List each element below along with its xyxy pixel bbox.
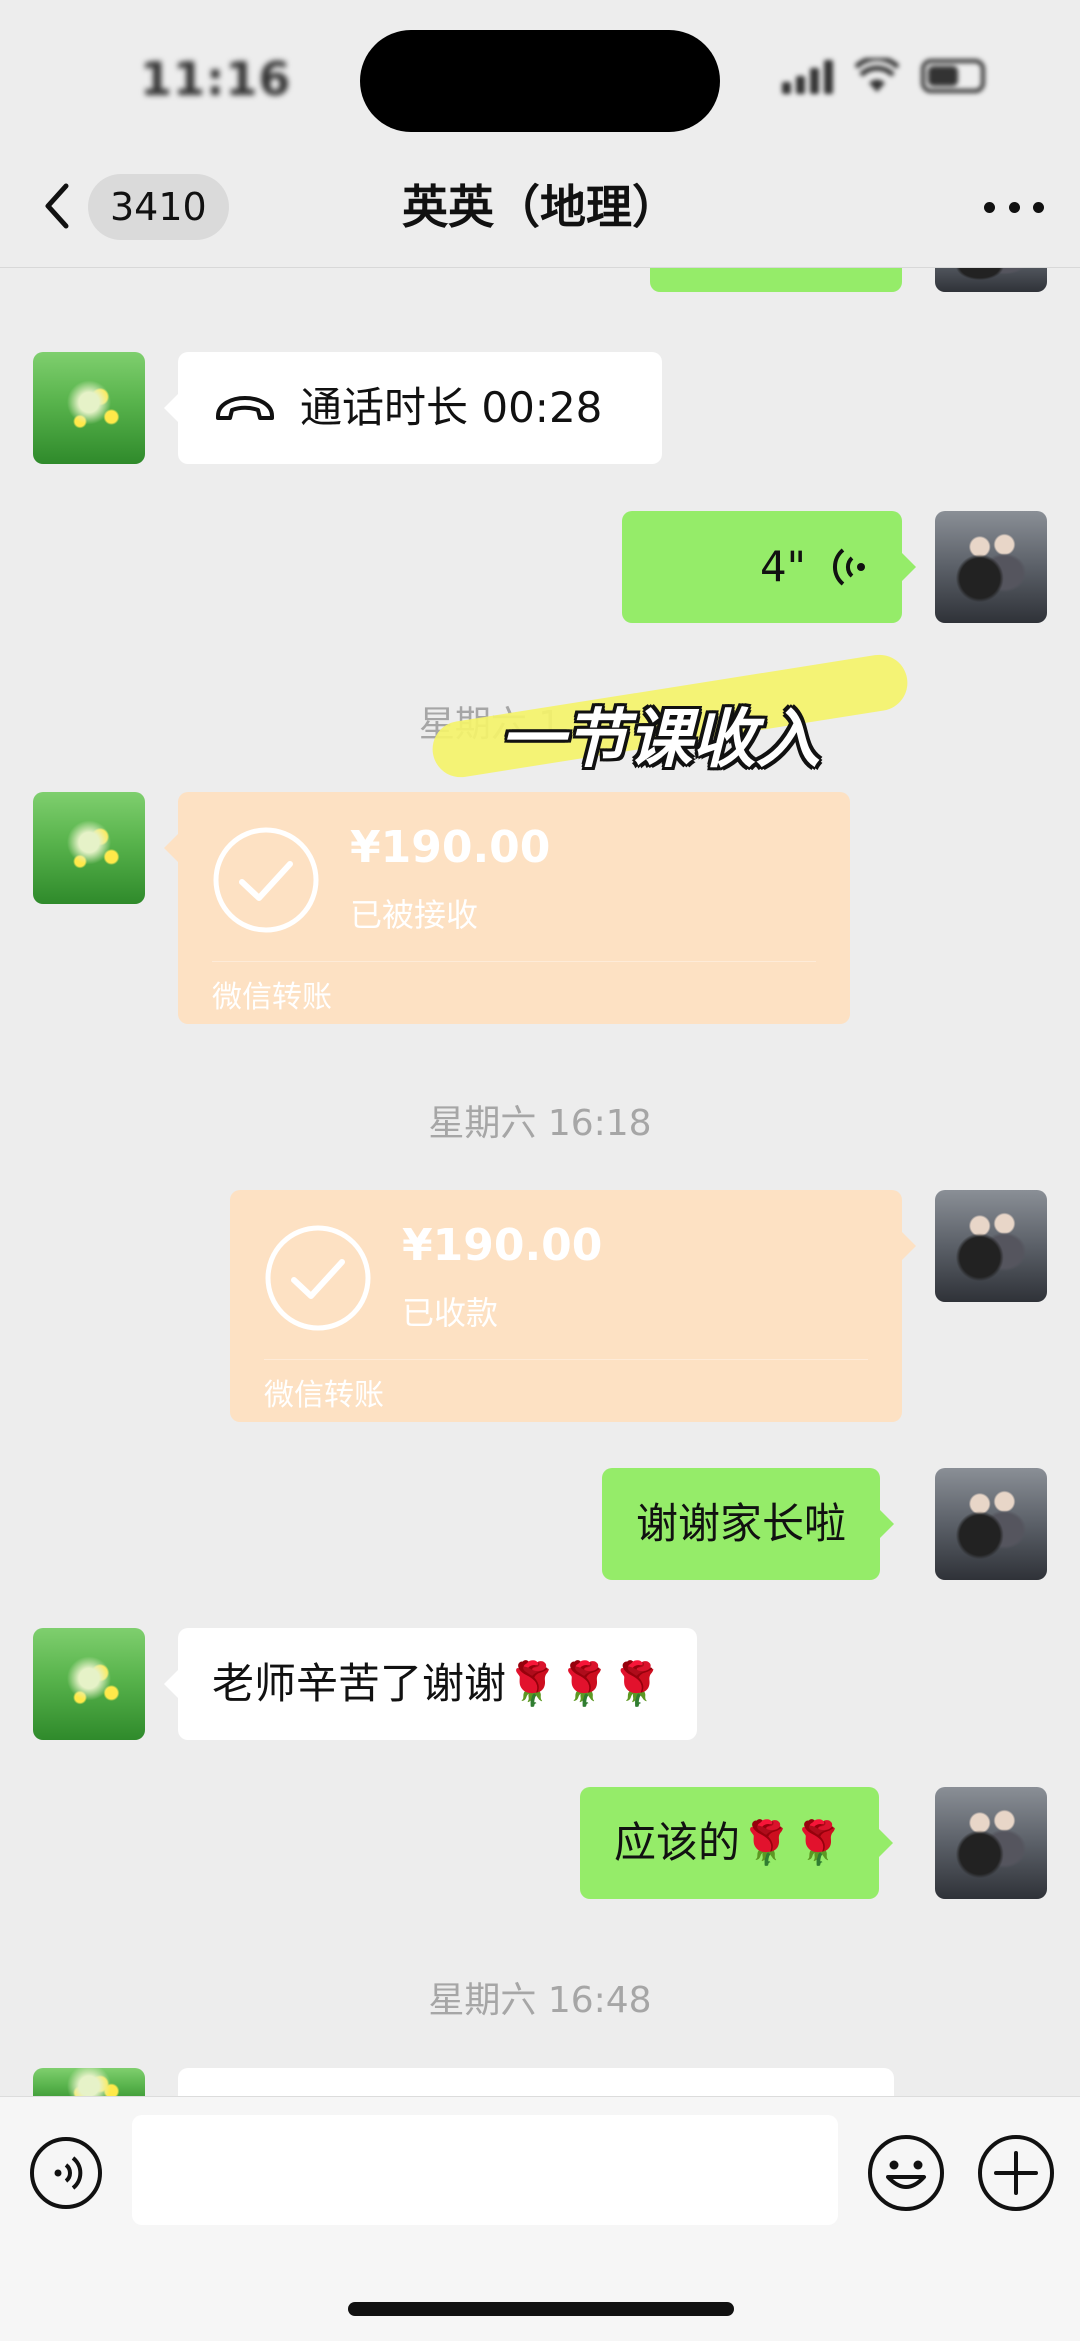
home-indicator[interactable] [348,2302,734,2316]
more-options-icon[interactable] [984,180,1044,234]
contact-avatar[interactable] [33,792,145,904]
chat-title: 英英（地理） [402,180,678,234]
check-circle-icon [213,827,319,933]
transfer-footer: 微信转账 [212,980,332,1015]
emoji-icon[interactable] [866,2133,946,2213]
my-avatar[interactable] [935,1190,1047,1302]
wifi-icon [855,58,899,92]
transfer-amount: ¥190.00 [350,822,551,873]
back-chevron-icon[interactable] [38,176,78,236]
message-input[interactable] [132,2115,838,2225]
transfer-footer: 微信转账 [264,1378,384,1413]
contact-avatar[interactable] [33,2068,145,2096]
my-avatar[interactable] [935,1468,1047,1580]
message-bubble[interactable]: 谢谢家长啦 [602,1468,895,1580]
battery-icon [921,59,985,93]
check-circle-icon [265,1225,371,1331]
status-time: 11:16 [140,52,292,106]
voice-duration: 4" [759,542,806,591]
cellular-signal-icon [782,58,833,94]
time-separator: 星期六 16:18 [428,1103,652,1144]
transfer-received-card[interactable]: ¥190.00 已被接收 微信转账 [164,792,850,1024]
contact-avatar[interactable] [33,1628,145,1740]
transfer-status: 已收款 [402,1294,499,1332]
contact-avatar[interactable] [33,352,145,464]
partial-message-bubble [650,268,902,292]
time-separator: 星期六 16:48 [428,1980,652,2021]
status-icons [782,58,985,94]
voice-wave-icon [832,548,865,586]
phone-hangup-icon [216,396,274,420]
transfer-status: 已被接收 [350,896,479,934]
call-record-bubble[interactable]: 通话时长 00:28 [164,352,662,464]
transfer-collected-card[interactable]: ¥190.00 已收款 微信转账 [230,1190,916,1422]
my-avatar[interactable] [935,268,1047,292]
my-avatar[interactable] [935,511,1047,623]
partial-message-bubble [178,2068,894,2096]
call-duration-text: 通话时长 00:28 [300,383,603,432]
transfer-amount: ¥190.00 [402,1220,603,1271]
message-bubble[interactable]: 老师辛苦了谢谢🌹🌹🌹 [164,1628,697,1740]
voice-input-icon[interactable] [28,2135,104,2211]
chat-header: 3410 英英（地理） [0,150,1080,268]
status-bar: 11:16 [0,0,1080,150]
transfer-divider [212,961,816,962]
my-avatar[interactable] [935,1787,1047,1899]
dynamic-island [360,30,720,132]
transfer-divider [264,1359,868,1360]
overlay-caption: 一节课收入 [500,703,820,777]
plus-icon[interactable] [976,2133,1056,2213]
voice-message-bubble[interactable]: 4" [622,511,916,623]
message-bubble[interactable]: 应该的🌹🌹 [580,1787,893,1899]
chat-messages[interactable]: 通话时长 00:28 4" 星期六 1 一节课收入 ¥190.00 已被接收 微… [0,268,1080,2096]
unread-count-badge[interactable]: 3410 [88,174,229,240]
